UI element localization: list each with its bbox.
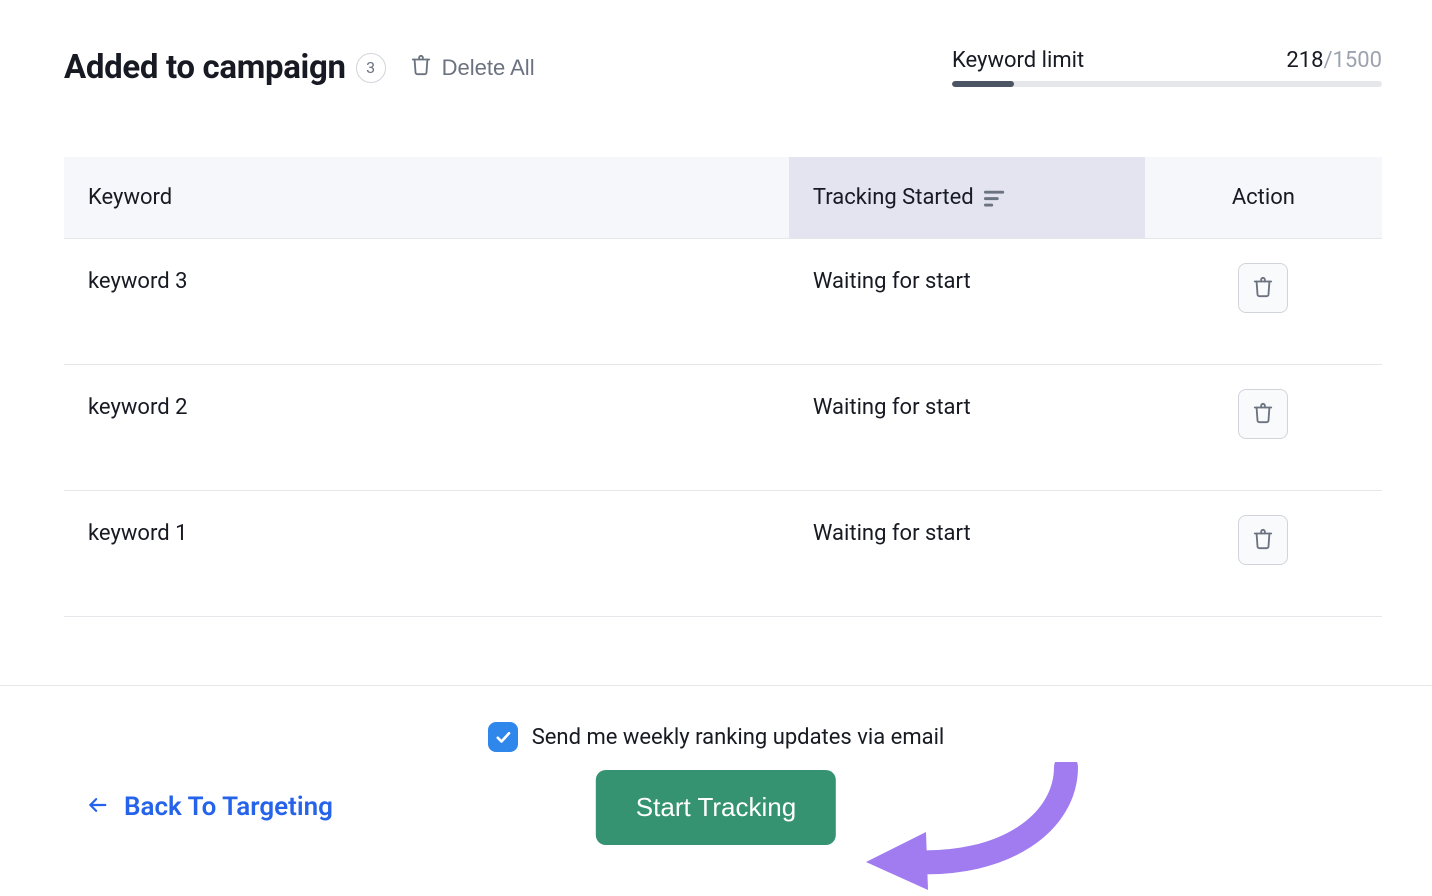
delete-all-label: Delete All [442, 55, 535, 81]
delete-row-button[interactable] [1238, 515, 1288, 565]
column-header-tracking-started-label: Tracking Started [813, 185, 974, 210]
cell-tracking-started: Waiting for start [789, 491, 1145, 617]
keyword-limit-value: 218/1500 [1286, 48, 1382, 73]
delete-row-button[interactable] [1238, 389, 1288, 439]
trash-icon [1252, 528, 1274, 553]
column-header-keyword[interactable]: Keyword [64, 157, 789, 239]
table-row: keyword 1Waiting for start [64, 491, 1382, 617]
weekly-updates-checkbox-label[interactable]: Send me weekly ranking updates via email [532, 725, 945, 750]
cell-action [1145, 365, 1382, 491]
trash-icon [1252, 402, 1274, 427]
keyword-limit-bar [952, 81, 1382, 87]
column-header-action: Action [1145, 157, 1382, 239]
keywords-table: Keyword Tracking Started Action [64, 157, 1382, 617]
header-row: Added to campaign 3 Delete All Keyword l… [64, 48, 1382, 87]
start-tracking-button[interactable]: Start Tracking [596, 770, 836, 845]
arrow-left-icon [84, 792, 110, 822]
keyword-limit-bar-fill [952, 81, 1014, 87]
cell-action [1145, 491, 1382, 617]
cell-keyword: keyword 1 [64, 491, 789, 617]
back-to-targeting-label: Back To Targeting [124, 792, 333, 822]
cell-keyword: keyword 2 [64, 365, 789, 491]
cell-tracking-started: Waiting for start [789, 239, 1145, 365]
delete-all-button[interactable]: Delete All [408, 50, 537, 86]
table-row: keyword 2Waiting for start [64, 365, 1382, 491]
trash-icon [1252, 276, 1274, 301]
page-title: Added to campaign [64, 48, 346, 87]
annotation-arrow-icon [856, 762, 1086, 892]
keyword-limit-label: Keyword limit [952, 48, 1084, 73]
weekly-updates-checkbox[interactable] [488, 722, 518, 752]
table-row: keyword 3Waiting for start [64, 239, 1382, 365]
campaign-count-badge: 3 [356, 53, 386, 83]
delete-row-button[interactable] [1238, 263, 1288, 313]
trash-icon [410, 54, 432, 82]
cell-tracking-started: Waiting for start [789, 365, 1145, 491]
cell-keyword: keyword 3 [64, 239, 789, 365]
cell-action [1145, 239, 1382, 365]
column-header-tracking-started[interactable]: Tracking Started [789, 157, 1145, 239]
keyword-limit-block: Keyword limit 218/1500 [952, 48, 1382, 87]
footer-area: Send me weekly ranking updates via email… [0, 685, 1432, 870]
sort-descending-icon [984, 189, 1006, 207]
back-to-targeting-link[interactable]: Back To Targeting [84, 792, 333, 822]
